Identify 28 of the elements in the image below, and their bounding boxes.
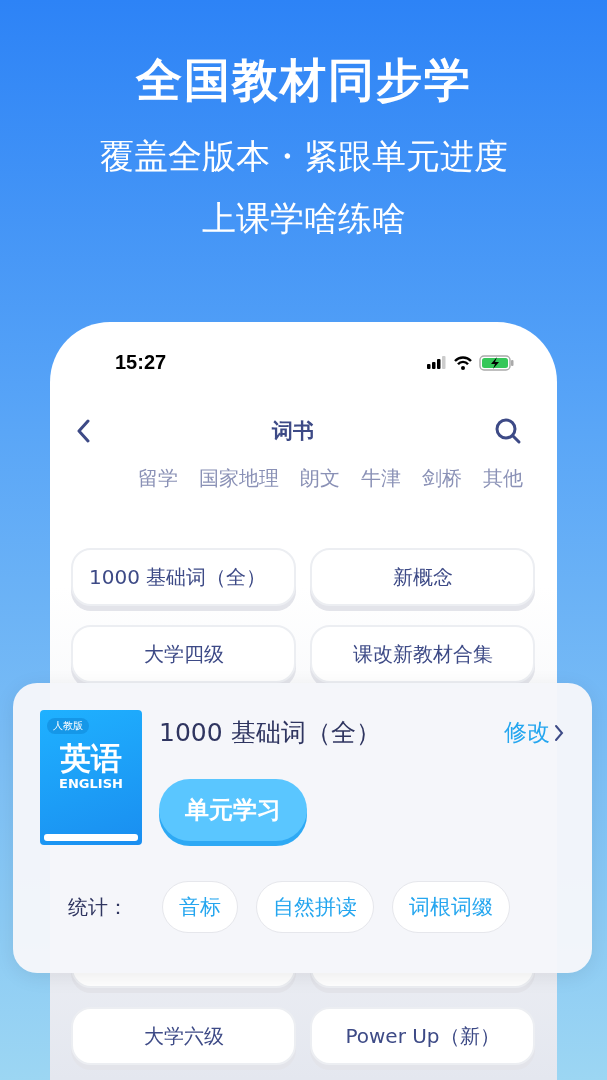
headline: 全国教材同步学 [135,52,472,109]
category-tab[interactable]: 其他 [483,465,523,491]
signal-icon [427,355,447,370]
stats-chip[interactable]: 词根词缀 [392,881,510,933]
cover-subtitle: ENGLISH [59,776,123,791]
category-tab[interactable]: 留学 [138,465,178,491]
chevron-icon [554,723,564,742]
nav-title: 词书 [271,418,314,445]
edition-label: 人教版 [47,718,89,734]
stats-chip[interactable]: 自然拼读 [256,881,374,933]
battery-icon [479,354,515,371]
stats-label: 统计： [68,893,128,921]
subtitle: 上课学啥练啥 [201,198,406,238]
book-title: 1000 基础词（全） [159,717,381,749]
category-tab[interactable]: 剑桥 [422,465,462,491]
book-button[interactable]: 课改新教材合集 [310,625,535,683]
category-tab[interactable]: 国家地理 [199,465,279,491]
subtitle: 覆盖全版本・紧跟单元进度 [99,136,508,176]
category-tab[interactable]: 朗文 [300,465,340,491]
search-icon[interactable] [494,417,522,445]
status-time: 15:27 [115,351,167,374]
book-button[interactable]: 大学四级 [71,625,296,683]
stats-chip[interactable]: 音标 [162,881,238,933]
cover-title: 英语 [60,740,122,776]
category-tab[interactable]: 牛津 [361,465,401,491]
wifi-icon [454,355,472,370]
edit-link[interactable]: 修改 [504,717,564,748]
back-icon[interactable] [77,419,91,443]
